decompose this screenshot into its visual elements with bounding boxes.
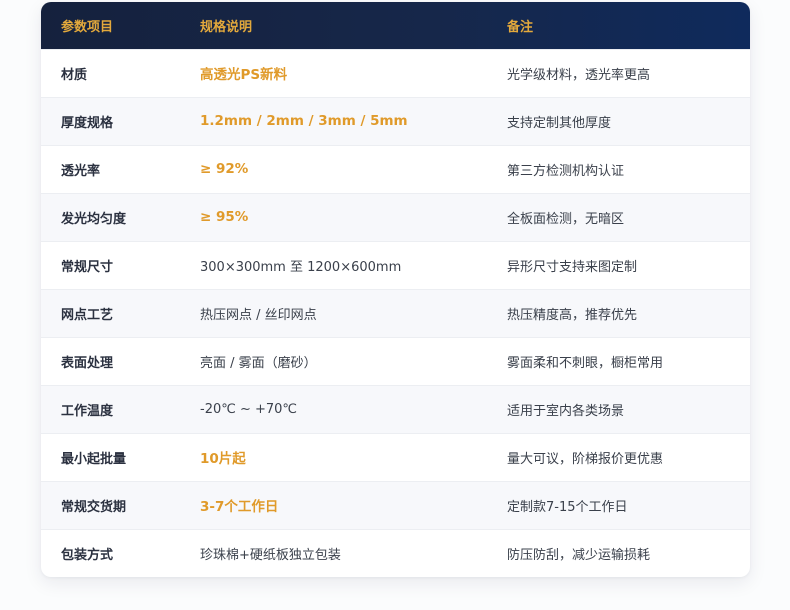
spec-cell: -20℃ ~ +70℃ (200, 401, 298, 417)
note-cell: 支持定制其他厚度 (507, 115, 612, 131)
param-cell: 常规尺寸 (61, 259, 114, 275)
spec-cell: 10片起 (200, 451, 246, 467)
table-row: 透光率 ≥ 92% 第三方检测机构认证 (41, 145, 750, 193)
table-row: 常规交货期 3-7个工作日 定制款7-15个工作日 (41, 481, 750, 529)
param-cell: 透光率 (61, 163, 101, 179)
note-cell: 量大可议，阶梯报价更优惠 (507, 451, 664, 467)
spec-cell: 1.2mm / 2mm / 3mm / 5mm (200, 113, 408, 129)
page: 参数项目 规格说明 备注 材质 高透光PS新料 光学级材料，透光率更高厚度规格 1.2… (0, 0, 790, 610)
spec-cell: ≥ 95% (200, 209, 249, 225)
note-cell: 防压防刮，减少运输损耗 (507, 547, 651, 563)
spec-cell: 300×300mm 至 1200×600mm (200, 259, 402, 275)
header-spec: 规格说明 (200, 19, 253, 35)
spec-cell: 高透光PS新料 (200, 67, 288, 83)
param-cell: 发光均匀度 (61, 211, 127, 227)
note-cell: 光学级材料，透光率更高 (507, 67, 651, 83)
spec-cell: 热压网点 / 丝印网点 (200, 307, 317, 323)
header-param: 参数项目 (61, 19, 114, 35)
param-cell: 材质 (61, 67, 88, 83)
spec-cell: ≥ 92% (200, 161, 249, 177)
param-cell: 网点工艺 (61, 307, 114, 323)
note-cell: 雾面柔和不刺眼，橱柜常用 (507, 355, 664, 371)
note-cell: 第三方检测机构认证 (507, 163, 625, 179)
param-cell: 工作温度 (61, 403, 114, 419)
spec-table-card: 参数项目 规格说明 备注 材质 高透光PS新料 光学级材料，透光率更高厚度规格 1.2… (41, 2, 750, 577)
table-row: 常规尺寸 300×300mm 至 1200×600mm 异形尺寸支持来图定制 (41, 241, 750, 289)
table-row: 表面处理 亮面 / 雾面（磨砂） 雾面柔和不刺眼，橱柜常用 (41, 337, 750, 385)
note-cell: 定制款7-15个工作日 (507, 499, 628, 515)
spec-cell: 珍珠棉+硬纸板独立包装 (200, 547, 341, 563)
spec-cell: 3-7个工作日 (200, 499, 279, 515)
note-cell: 热压精度高，推荐优先 (507, 307, 638, 323)
spec-table: 参数项目 规格说明 备注 材质 高透光PS新料 光学级材料，透光率更高厚度规格 1.2… (41, 2, 750, 577)
table-row: 包装方式 珍珠棉+硬纸板独立包装 防压防刮，减少运输损耗 (41, 529, 750, 577)
table-row: 厚度规格 1.2mm / 2mm / 3mm / 5mm 支持定制其他厚度 (41, 97, 750, 145)
table-header: 参数项目 规格说明 备注 (41, 2, 750, 49)
table-row: 发光均匀度 ≥ 95% 全板面检测，无暗区 (41, 193, 750, 241)
note-cell: 异形尺寸支持来图定制 (507, 259, 638, 275)
table-row: 最小起批量 10片起 量大可议，阶梯报价更优惠 (41, 433, 750, 481)
spec-cell: 亮面 / 雾面（磨砂） (200, 355, 317, 371)
table-body: 材质 高透光PS新料 光学级材料，透光率更高厚度规格 1.2mm / 2mm / 3m… (41, 49, 750, 577)
param-cell: 包装方式 (61, 547, 114, 563)
table-row: 工作温度 -20℃ ~ +70℃ 适用于室内各类场景 (41, 385, 750, 433)
note-cell: 全板面检测，无暗区 (507, 211, 625, 227)
param-cell: 常规交货期 (61, 499, 127, 515)
param-cell: 厚度规格 (61, 115, 114, 131)
table-row: 材质 高透光PS新料 光学级材料，透光率更高 (41, 49, 750, 97)
table-row: 网点工艺 热压网点 / 丝印网点 热压精度高，推荐优先 (41, 289, 750, 337)
param-cell: 最小起批量 (61, 451, 127, 467)
header-row: 参数项目 规格说明 备注 (41, 2, 750, 49)
header-note: 备注 (507, 19, 534, 35)
param-cell: 表面处理 (61, 355, 114, 371)
note-cell: 适用于室内各类场景 (507, 403, 625, 419)
